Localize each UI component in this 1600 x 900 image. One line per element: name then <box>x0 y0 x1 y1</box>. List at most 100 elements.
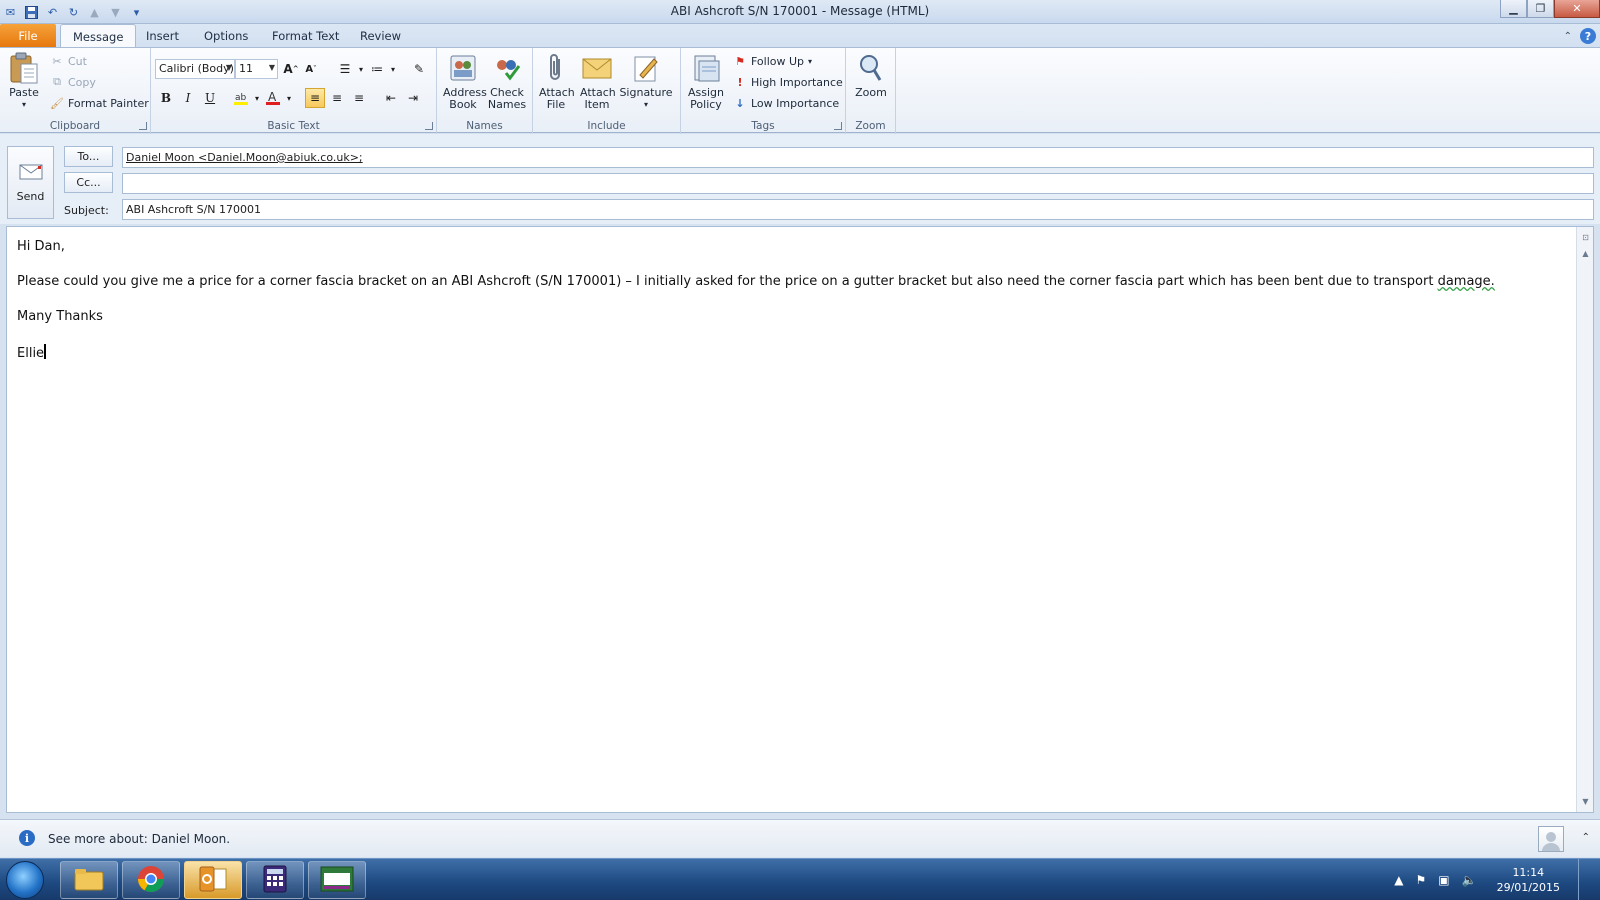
signature-icon <box>630 52 662 84</box>
taskbar-outlook[interactable] <box>184 861 242 899</box>
cut-button[interactable]: ✂ Cut <box>50 54 87 68</box>
follow-up-button[interactable]: ⚑ Follow Up ▾ <box>733 54 812 68</box>
bold-button[interactable]: B <box>156 88 176 108</box>
tab-file[interactable]: File <box>0 24 56 48</box>
cc-button[interactable]: Cc... <box>64 172 113 193</box>
attach-file-button[interactable]: Attach File <box>537 52 575 111</box>
tags-launcher-icon[interactable] <box>834 122 842 130</box>
flag-icon: ⚑ <box>735 54 745 68</box>
copy-button[interactable]: ⧉ Copy <box>50 75 96 89</box>
align-center-icon[interactable]: ≡ <box>327 88 347 108</box>
scroll-up-icon[interactable]: ▲ <box>1579 247 1592 260</box>
subject-field[interactable]: ABI Ashcroft S/N 170001 <box>122 199 1594 220</box>
tab-insert[interactable]: Insert <box>134 24 191 48</box>
increase-indent-icon[interactable]: ⇥ <box>403 88 423 108</box>
expand-people-pane-icon[interactable]: ⌃ <box>1582 832 1590 843</box>
font-size-dropdown-icon: ▼ <box>268 63 275 72</box>
zoom-group: Zoom Zoom <box>846 48 896 134</box>
tab-options[interactable]: Options <box>192 24 260 48</box>
title-bar: ✉ ↶ ↻ ▲ ▼ ▾ ABI Ashcroft S/N 170001 - Me… <box>0 0 1600 24</box>
taskbar-calculator[interactable] <box>246 861 304 899</box>
clock[interactable]: 11:14 29/01/2015 <box>1497 865 1560 895</box>
restore-button[interactable]: ❐ <box>1527 0 1554 18</box>
start-button[interactable] <box>6 861 44 899</box>
taskbar-sage[interactable] <box>308 861 366 899</box>
align-right-icon[interactable]: ≡ <box>349 88 369 108</box>
show-hidden-icons-icon[interactable]: ▲ <box>1394 873 1403 887</box>
clear-formatting-icon[interactable]: ✎ <box>409 59 429 79</box>
decrease-indent-icon[interactable]: ⇤ <box>381 88 401 108</box>
signature-label: Signature <box>619 86 673 99</box>
font-size-combo[interactable]: 11 ▼ <box>235 59 278 79</box>
tab-format-text[interactable]: Format Text <box>260 24 351 48</box>
ribbon-tabs: File Message Insert Options Format Text … <box>0 24 1600 48</box>
font-name-combo[interactable]: Calibri (Body) ▼ <box>155 59 235 79</box>
message-header: Send To... Daniel Moon <Daniel.Moon@abiu… <box>0 134 1600 224</box>
exclamation-icon: ! <box>737 75 743 89</box>
to-button[interactable]: To... <box>64 146 113 167</box>
address-book-button[interactable]: Address Book <box>441 52 487 111</box>
attach-item-button[interactable]: Attach Item <box>577 52 617 111</box>
clipboard-group: Paste ▾ ✂ Cut ⧉ Copy 🖌 Format Painter Cl… <box>0 48 151 134</box>
assign-policy-label: Assign Policy <box>688 86 724 111</box>
high-importance-label: High Importance <box>751 75 843 89</box>
follow-up-label: Follow Up <box>751 54 805 68</box>
zoom-button[interactable]: Zoom <box>851 52 891 99</box>
chrome-icon <box>137 865 165 896</box>
format-painter-button[interactable]: 🖌 Format Painter <box>50 96 149 110</box>
cc-field[interactable] <box>122 173 1594 194</box>
underline-button[interactable]: U <box>200 88 220 108</box>
check-names-icon <box>491 52 523 84</box>
minimize-ribbon-icon[interactable]: ⌃ <box>1564 31 1572 42</box>
address-book-label: Address Book <box>443 86 487 111</box>
tab-message[interactable]: Message <box>60 24 137 48</box>
shrink-font-icon[interactable]: Aˇ <box>301 59 321 79</box>
minimize-button[interactable]: ▁ <box>1500 0 1527 18</box>
signature-button[interactable]: Signature ▾ <box>619 52 673 111</box>
help-icon[interactable]: ? <box>1580 28 1596 44</box>
close-button[interactable]: ✕ <box>1554 0 1600 18</box>
basic-text-group: Calibri (Body) ▼ 11 ▼ A ^ Aˇ ☰ ▾ ≔ ▾ ✎ B … <box>151 48 437 134</box>
paste-button[interactable]: Paste ▾ <box>6 52 42 111</box>
numbering-dropdown-icon[interactable]: ▾ <box>383 59 403 79</box>
paste-label: Paste <box>9 86 39 99</box>
assign-policy-button[interactable]: Assign Policy <box>685 52 727 111</box>
body-closing: Many Thanks <box>17 309 103 324</box>
scroll-down-icon[interactable]: ▼ <box>1579 795 1592 808</box>
scissors-icon: ✂ <box>52 54 62 68</box>
action-center-flag-icon[interactable]: ⚑ <box>1416 873 1427 887</box>
to-recipient[interactable]: Daniel Moon <Daniel.Moon@abiuk.co.uk>; <box>126 151 363 164</box>
to-field[interactable]: Daniel Moon <Daniel.Moon@abiuk.co.uk>; <box>122 147 1594 168</box>
check-names-button[interactable]: Check Names <box>485 52 529 111</box>
window-controls: ▁ ❐ ✕ <box>1500 0 1600 18</box>
basic-text-launcher-icon[interactable] <box>425 122 433 130</box>
message-body[interactable]: Hi Dan, Please could you give me a price… <box>6 226 1594 813</box>
tabs-right-controls: ⌃ ? <box>1564 28 1596 44</box>
subject-label: Subject: <box>64 204 109 217</box>
taskbar-file-explorer[interactable] <box>60 861 118 899</box>
body-signature-line: Ellie <box>17 344 46 361</box>
align-left-icon[interactable]: ≡ <box>305 88 325 108</box>
body-paragraph: Please could you give me a price for a c… <box>17 274 1495 289</box>
body-scrollbar[interactable]: ⊡ ▲ ▼ <box>1576 227 1593 812</box>
network-icon[interactable]: ▣ <box>1438 873 1449 887</box>
show-desktop-button[interactable] <box>1578 859 1590 900</box>
grow-font-icon[interactable]: A ^ <box>281 59 301 79</box>
taskbar-chrome[interactable] <box>122 861 180 899</box>
low-importance-button[interactable]: ↓ Low Importance <box>733 96 839 110</box>
address-book-icon <box>447 52 479 84</box>
tab-review[interactable]: Review <box>348 24 413 48</box>
high-importance-button[interactable]: ! High Importance <box>733 75 843 89</box>
italic-button[interactable]: I <box>178 88 198 108</box>
contact-picture-icon[interactable] <box>1538 826 1564 852</box>
clipboard-launcher-icon[interactable] <box>139 122 147 130</box>
ruler-toggle-icon[interactable]: ⊡ <box>1579 231 1592 244</box>
font-dropdown-icon: ▼ <box>225 63 232 72</box>
send-button[interactable]: Send <box>7 146 54 219</box>
volume-icon[interactable]: 🔈 <box>1462 873 1477 887</box>
people-pane-text[interactable]: See more about: Daniel Moon. <box>48 832 230 846</box>
body-greeting: Hi Dan, <box>17 239 65 254</box>
copy-icon: ⧉ <box>53 75 61 88</box>
paperclip-icon <box>540 52 572 84</box>
font-color-dropdown-icon[interactable]: ▾ <box>279 88 299 108</box>
